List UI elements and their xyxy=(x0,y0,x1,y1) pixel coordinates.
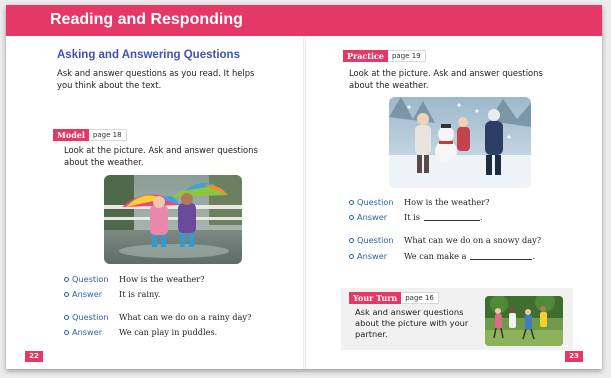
rainy-day-illustration xyxy=(104,175,242,264)
kids-playing-illustration xyxy=(485,296,563,346)
your-turn-box: Your Turn page 16 Ask and answer questio… xyxy=(341,288,573,350)
page-title: Reading and Responding xyxy=(50,11,243,28)
answer-period: . xyxy=(479,212,483,222)
answer-blank-line xyxy=(423,213,480,221)
answer-label: Answer xyxy=(72,327,103,337)
question-label: Question xyxy=(357,197,394,207)
model-question-2: Question What can we do on a rainy day? xyxy=(64,311,251,323)
question-text: How is the weather? xyxy=(119,274,205,284)
answer-text: We can make a xyxy=(404,251,467,261)
model-answer-1: Answer It is rainy. xyxy=(64,288,160,300)
your-turn-page-ref: page 16 xyxy=(401,292,439,304)
answer-text: We can play in puddles. xyxy=(119,327,218,337)
question-text: What can we do on a snowy day? xyxy=(404,235,542,245)
rainy-day-photo xyxy=(104,175,242,264)
bullet-icon xyxy=(349,253,354,259)
practice-question-2: Question What can we do on a snowy day? xyxy=(349,234,541,246)
model-tag: Model page 18 xyxy=(53,129,127,141)
practice-question-1: Question How is the weather? xyxy=(349,196,490,208)
snowy-day-photo xyxy=(389,97,531,188)
practice-page-ref: page 19 xyxy=(387,50,426,62)
answer-label: Answer xyxy=(72,289,103,299)
model-question-1: Question How is the weather? xyxy=(64,273,205,285)
model-page-ref: page 18 xyxy=(88,129,127,141)
bullet-icon xyxy=(349,214,354,220)
practice-tag: Practice page 19 xyxy=(343,50,426,62)
model-label: Model xyxy=(53,129,89,141)
bullet-icon xyxy=(64,291,69,297)
intro-text: Ask and answer questions as you read. It… xyxy=(57,68,255,90)
page-number-right: 23 xyxy=(565,351,583,362)
your-turn-label: Your Turn xyxy=(349,292,402,304)
answer-blank-line xyxy=(470,252,533,260)
your-turn-text: Ask and answer questions about the pictu… xyxy=(355,307,469,339)
page-number-left: 22 xyxy=(25,351,43,362)
practice-answer-1: Answer It is . xyxy=(349,211,483,223)
section-heading: Asking and Answering Questions xyxy=(57,49,240,61)
question-label: Question xyxy=(357,235,394,245)
snowy-day-illustration xyxy=(389,97,531,188)
textbook-spread: Reading and Responding Asking and Answer… xyxy=(6,5,602,369)
book-gutter xyxy=(303,36,306,369)
answer-label: Answer xyxy=(357,251,388,261)
bullet-icon xyxy=(64,314,69,320)
question-label: Question xyxy=(72,274,109,284)
kids-playing-photo xyxy=(485,296,563,346)
question-label: Question xyxy=(72,312,109,322)
answer-text: It is xyxy=(404,212,420,222)
bullet-icon xyxy=(349,237,354,243)
answer-period: . xyxy=(532,251,536,261)
model-instruction: Look at the picture. Ask and answer ques… xyxy=(64,145,258,167)
answer-text: It is rainy. xyxy=(119,289,161,299)
practice-answer-2: Answer We can make a . xyxy=(349,250,535,262)
answer-label: Answer xyxy=(357,212,388,222)
question-text: What can we do on a rainy day? xyxy=(119,312,252,322)
practice-instruction: Look at the picture. Ask and answer ques… xyxy=(349,68,543,90)
question-text: How is the weather? xyxy=(404,197,490,207)
your-turn-tag: Your Turn page 16 xyxy=(349,292,439,304)
bullet-icon xyxy=(64,329,69,335)
bullet-icon xyxy=(64,276,69,282)
title-bar: Reading and Responding xyxy=(6,5,602,36)
model-answer-2: Answer We can play in puddles. xyxy=(64,326,217,338)
practice-label: Practice xyxy=(343,50,388,62)
bullet-icon xyxy=(349,199,354,205)
